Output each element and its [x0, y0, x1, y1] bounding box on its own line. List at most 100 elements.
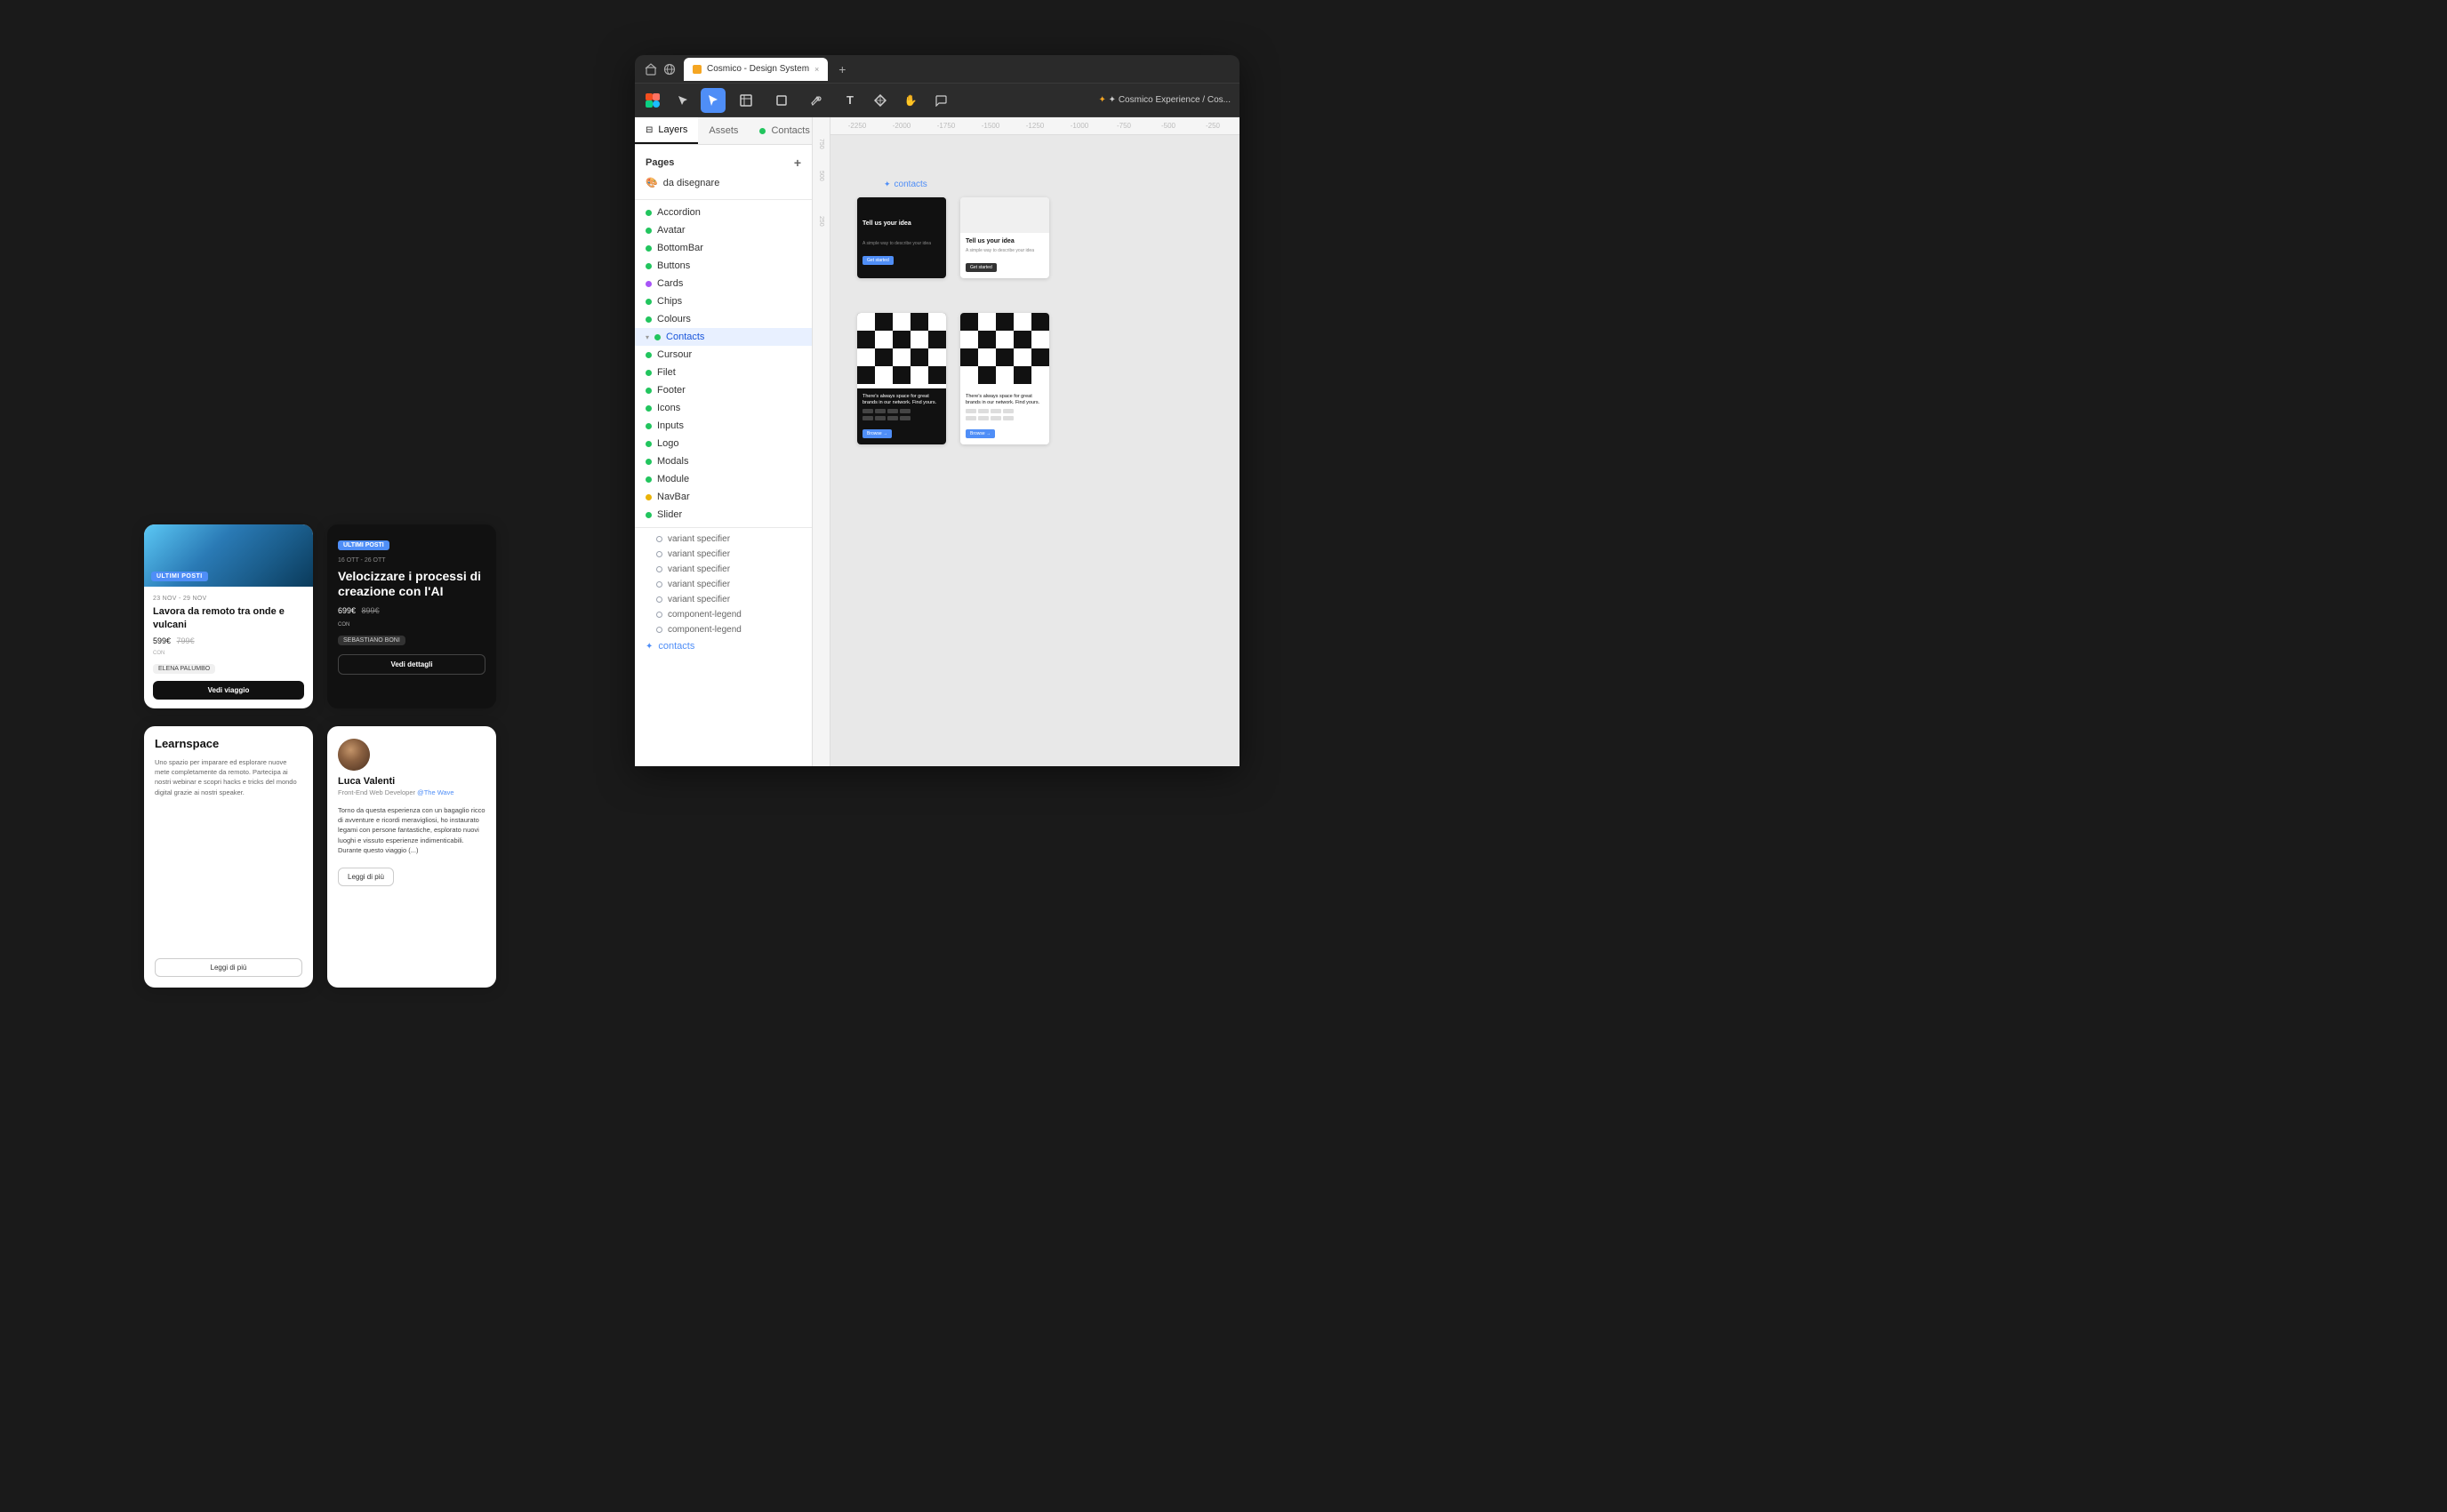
layer-slider[interactable]: Slider	[635, 506, 812, 524]
layer-filet[interactable]: Filet	[635, 364, 812, 381]
shape-tool-button[interactable]	[766, 88, 797, 113]
pages-section: Pages + 🎨 da disegnare	[635, 145, 812, 200]
preview-frame-light-header-1	[960, 197, 1049, 233]
globe-icon[interactable]	[662, 62, 677, 76]
layers-separator	[635, 527, 812, 528]
layers-section: Accordion Avatar BottomBar Buttons Cards	[635, 200, 812, 659]
comment-tool-button[interactable]	[928, 88, 953, 113]
card-dark-body-1: ULTIMI POSTI 16 OTT - 26 OTT Velocizzare…	[327, 524, 496, 685]
preview-frame-btn-1[interactable]: Get started	[862, 256, 894, 265]
toolbar-right: ✦ ✦ Cosmico Experience / Cos...	[1099, 95, 1232, 105]
layer-label-buttons: Buttons	[657, 260, 690, 271]
layer-cards[interactable]: Cards	[635, 275, 812, 292]
layer-icons[interactable]: Icons	[635, 399, 812, 417]
tab-close-icon[interactable]: ×	[814, 65, 819, 74]
layer-navbar[interactable]: NavBar	[635, 488, 812, 506]
tab-assets[interactable]: Assets	[698, 117, 749, 144]
layer-chips[interactable]: Chips	[635, 292, 812, 310]
layer-label-modals: Modals	[657, 456, 688, 467]
component-legend-1[interactable]: component-legend	[635, 607, 812, 622]
layer-dot-avatar	[646, 228, 652, 234]
card-info-content-1: Learnspace Uno spazio per imparare ed es…	[155, 737, 302, 797]
tab-layers[interactable]: ⊟ Layers	[635, 117, 698, 144]
checker-btn-1[interactable]: Browse →	[862, 429, 892, 438]
layer-dot-inputs	[646, 423, 652, 429]
figma-canvas[interactable]: -2250 -2000 -1750 -1500 -1250 -1000 -750…	[813, 117, 1240, 766]
pen-tool-button[interactable]	[802, 88, 832, 113]
hand-tool-button[interactable]: ✋	[898, 88, 923, 113]
contacts-canvas-text: contacts	[895, 180, 927, 189]
text-tool-button[interactable]: T	[838, 88, 862, 113]
page-item-da-disegnare[interactable]: 🎨 da disegnare	[635, 173, 812, 192]
card-dark-btn-1[interactable]: Vedi dettagli	[338, 654, 485, 675]
preview-frame-title-1: Tell us your idea	[862, 220, 941, 228]
layer-contacts[interactable]: ▾ Contacts	[635, 328, 812, 346]
card-info-wrapper-1: Learnspace Uno spazio per imparare ed es…	[155, 737, 302, 977]
checker-text-light-1: There's always space for great brands in…	[966, 394, 1044, 406]
preview-frame-light-btn-1[interactable]: Get started	[966, 263, 997, 272]
new-tab-button[interactable]: +	[831, 59, 853, 80]
layer-label-accordion: Accordion	[657, 207, 701, 218]
figma-logo[interactable]	[644, 92, 662, 109]
layer-bottombar[interactable]: BottomBar	[635, 239, 812, 257]
card-badge-1: ULTIMI POSTI	[151, 572, 208, 581]
panel-tabs: ⊟ Layers Assets Contacts	[635, 117, 812, 145]
component-legend-2[interactable]: component-legend	[635, 622, 812, 637]
checker-btn-2[interactable]: Browse →	[966, 429, 995, 438]
avatar-inner-1	[338, 739, 370, 771]
card-profile-btn-1[interactable]: Leggi di più	[338, 868, 394, 886]
ruler-num-6: -1000	[1057, 122, 1102, 130]
add-page-button[interactable]: +	[794, 156, 801, 170]
checker-frame-dark-bottom-1: There's always space for great brands in…	[857, 388, 946, 444]
layer-label-module: Module	[657, 474, 689, 484]
variant-item-2[interactable]: variant specifier	[635, 547, 812, 562]
card-profile-link-1[interactable]: @The Wave	[417, 788, 454, 796]
card-info-btn-1[interactable]: Leggi di più	[155, 958, 302, 977]
card-info-desc-1: Uno spazio per imparare ed esplorare nuo…	[155, 757, 302, 797]
cursor-tool-button[interactable]	[701, 88, 726, 113]
layer-label-slider: Slider	[657, 509, 682, 520]
layer-logo[interactable]: Logo	[635, 435, 812, 452]
frame-tool-button[interactable]	[731, 88, 761, 113]
component-legend-label-2: component-legend	[668, 625, 742, 635]
variant-item-4[interactable]: variant specifier	[635, 577, 812, 592]
layer-contacts-item[interactable]: ✦ contacts	[635, 637, 812, 655]
variant-item-3[interactable]: variant specifier	[635, 562, 812, 577]
home-icon[interactable]	[644, 62, 658, 76]
layer-module[interactable]: Module	[635, 470, 812, 488]
canvas-ruler-left: 750 500 250	[813, 117, 830, 766]
variant-dot-1	[656, 536, 662, 542]
card-info-title-1: Learnspace	[155, 737, 302, 750]
variant-label-2: variant specifier	[668, 549, 730, 559]
layer-accordion[interactable]: Accordion	[635, 204, 812, 221]
variant-item-5[interactable]: variant specifier	[635, 592, 812, 607]
contacts-chevron-icon: ▾	[646, 333, 649, 341]
browser-tab-active[interactable]: Cosmico - Design System ×	[684, 58, 828, 81]
layer-modals[interactable]: Modals	[635, 452, 812, 470]
card-title-1: Lavora da remoto tra onde e vulcani	[153, 605, 304, 631]
search-icon: ⊟	[646, 125, 653, 135]
layer-inputs[interactable]: Inputs	[635, 417, 812, 435]
checker-logos-light-1	[966, 409, 1044, 413]
move-tool-button[interactable]	[670, 88, 695, 113]
card-info-1: Learnspace Uno spazio per imparare ed es…	[144, 726, 313, 988]
checker-svg-2	[960, 313, 1049, 384]
layer-footer[interactable]: Footer	[635, 381, 812, 399]
layer-colours[interactable]: Colours	[635, 310, 812, 328]
ruler-num-1: -2250	[835, 122, 879, 130]
variant-item-1[interactable]: variant specifier	[635, 532, 812, 547]
layer-buttons[interactable]: Buttons	[635, 257, 812, 275]
checker-frame-light-1: There's always space for great brands in…	[960, 313, 1049, 444]
card-dark-1: ULTIMI POSTI 16 OTT - 26 OTT Velocizzare…	[327, 524, 496, 708]
preview-frame-light-desc-1: A simple way to describe your idea	[966, 248, 1044, 254]
contacts-canvas-diamond-icon: ✦	[884, 180, 891, 189]
layer-cursour[interactable]: Cursour	[635, 346, 812, 364]
components-tool-button[interactable]	[868, 88, 893, 113]
layer-avatar[interactable]: Avatar	[635, 221, 812, 239]
layer-label-avatar: Avatar	[657, 225, 686, 236]
ruler-num-3: -1750	[924, 122, 968, 130]
tab-contacts[interactable]: Contacts	[749, 117, 813, 144]
layer-dot-cursour	[646, 352, 652, 358]
card-btn-1[interactable]: Vedi viaggio	[153, 681, 304, 700]
page-emoji-icon: 🎨	[646, 177, 658, 188]
